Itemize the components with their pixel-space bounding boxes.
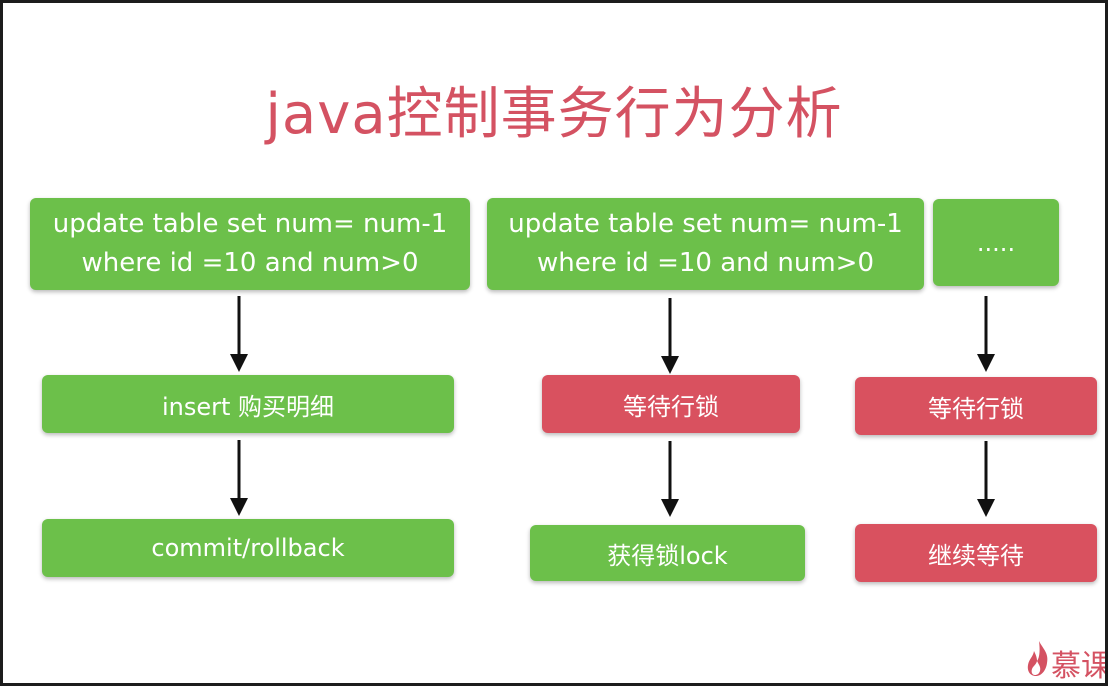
right-arrow-down-icon bbox=[974, 296, 998, 374]
left-arrow-down-icon bbox=[227, 296, 251, 374]
left-update-sql-box: update table set num= num-1 where id =10… bbox=[30, 198, 470, 290]
flame-icon bbox=[1027, 641, 1048, 676]
slide: java控制事务行为分析 update table set num= num-1… bbox=[3, 3, 1105, 683]
right-keep-waiting-box: 继续等待 bbox=[855, 524, 1097, 582]
right-step2-label: 继续等待 bbox=[928, 541, 1024, 570]
middle-arrow-down-icon bbox=[658, 298, 682, 376]
left-step2-label: commit/rollback bbox=[151, 534, 345, 562]
right-step1-label: 等待行锁 bbox=[928, 394, 1024, 423]
watermark-logo: 慕课 bbox=[1025, 633, 1105, 683]
slide-title: java控制事务行为分析 bbox=[265, 82, 843, 147]
middle-get-lock-box: 获得锁lock bbox=[530, 525, 805, 581]
left-insert-detail-box: insert 购买明细 bbox=[42, 375, 454, 433]
middle-step2-label: 获得锁lock bbox=[607, 541, 728, 570]
right-ellipsis-box: ..... bbox=[933, 199, 1059, 286]
left-commit-rollback-box: commit/rollback bbox=[42, 519, 454, 577]
left-arrow-down-icon-2 bbox=[227, 440, 251, 518]
left-step1-label: insert 购买明细 bbox=[161, 392, 335, 421]
middle-update-line1: update table set num= num-1 bbox=[508, 209, 903, 239]
middle-update-sql-box: update table set num= num-1 where id =10… bbox=[487, 198, 924, 290]
middle-wait-row-lock-box: 等待行锁 bbox=[542, 375, 800, 433]
right-arrow-down-icon-2 bbox=[974, 441, 998, 519]
left-update-line1: update table set num= num-1 bbox=[52, 209, 448, 239]
right-wait-row-lock-box: 等待行锁 bbox=[855, 377, 1097, 435]
middle-step1-label: 等待行锁 bbox=[623, 392, 719, 421]
middle-arrow-down-icon-2 bbox=[658, 441, 682, 519]
middle-update-line2: where id =10 and num>0 bbox=[536, 248, 875, 278]
logo-text: 慕课 bbox=[1051, 649, 1105, 683]
left-update-line2: where id =10 and num>0 bbox=[81, 248, 419, 278]
right-ellipsis-label: ..... bbox=[976, 228, 1016, 257]
